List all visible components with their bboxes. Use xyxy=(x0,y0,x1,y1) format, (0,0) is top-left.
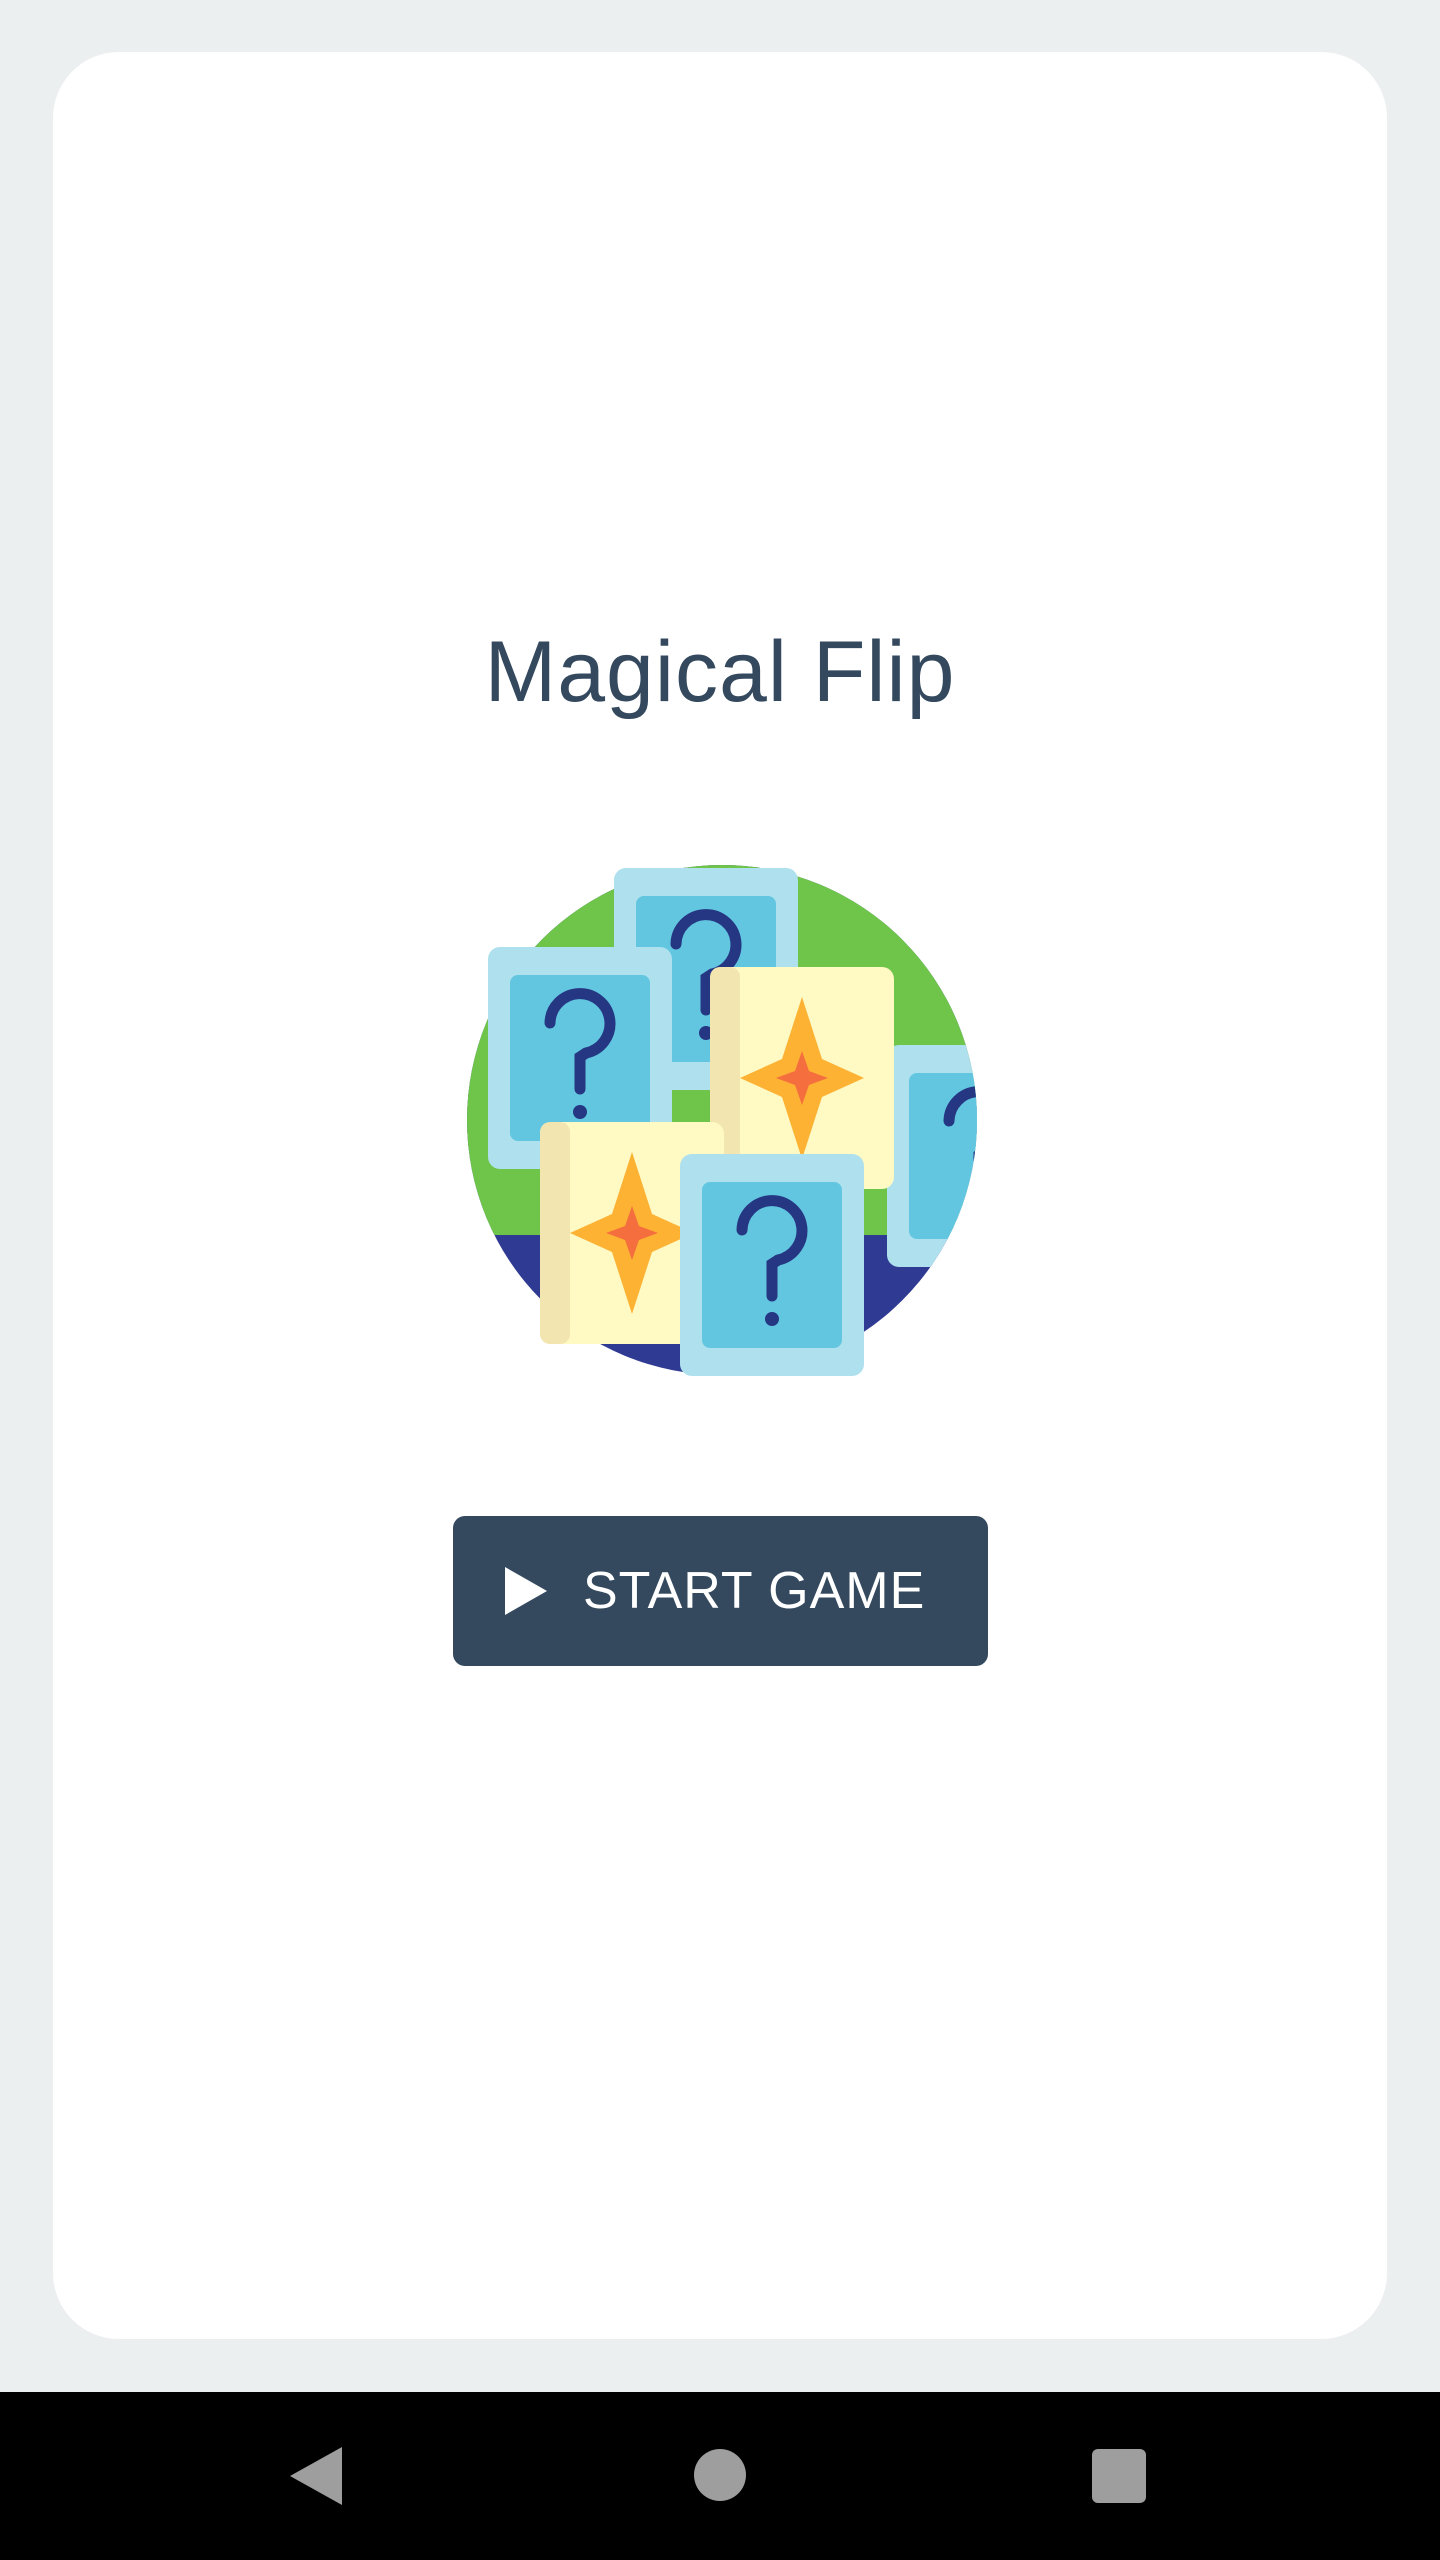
home-icon[interactable] xyxy=(694,2449,746,2501)
play-icon xyxy=(505,1567,547,1615)
recents-icon[interactable] xyxy=(1092,2449,1146,2503)
start-game-button[interactable]: START GAME xyxy=(453,1516,988,1666)
back-icon[interactable] xyxy=(290,2447,342,2505)
cards-illustration-icon xyxy=(467,860,977,1380)
start-game-label: START GAME xyxy=(583,1562,926,1620)
page-title: Magical Flip xyxy=(484,624,956,720)
system-navigation-bar xyxy=(0,2392,1440,2560)
